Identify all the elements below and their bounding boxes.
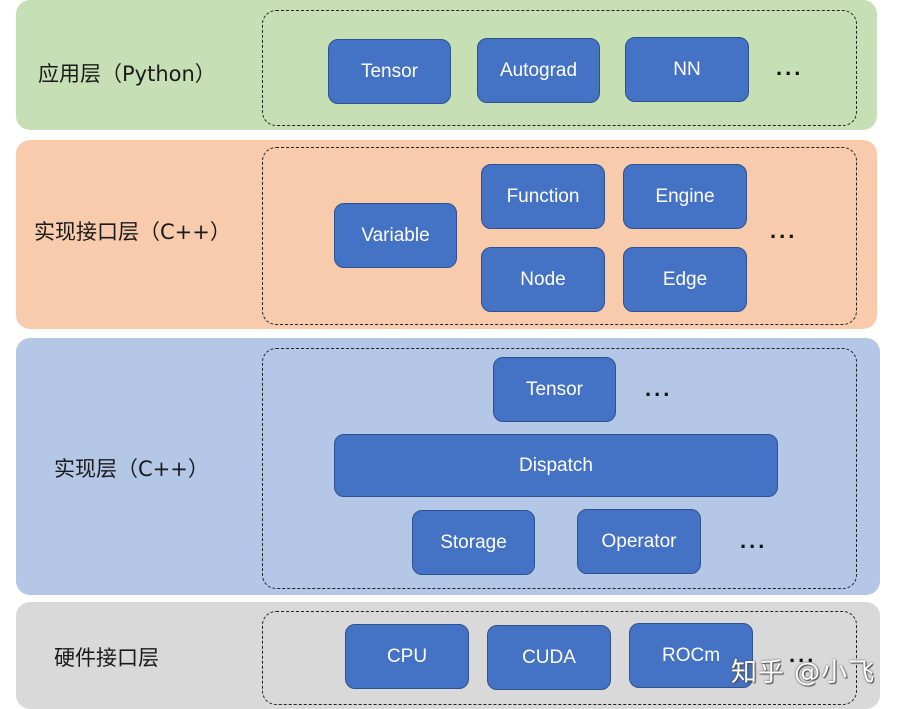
layer-title-implementation-interface: 实现接口层（C++）	[34, 220, 231, 244]
component-function: Function	[481, 164, 605, 229]
component-storage: Storage	[412, 510, 535, 575]
component-cuda: CUDA	[487, 625, 611, 690]
watermark: 知乎 @小飞	[731, 658, 876, 688]
component-nn: NN	[625, 37, 749, 102]
component-dispatch: Dispatch	[334, 434, 778, 497]
component-variable: Variable	[334, 203, 457, 268]
ellipsis-implementation-top: ...	[645, 376, 673, 401]
component-node: Node	[481, 247, 605, 312]
ellipsis-implementation-bottom: ...	[740, 528, 768, 553]
ellipsis-implementation-interface: ...	[770, 218, 798, 243]
component-operator: Operator	[577, 509, 701, 574]
layer-title-application: 应用层（Python）	[38, 62, 216, 86]
component-autograd: Autograd	[477, 38, 600, 103]
component-cpu: CPU	[345, 624, 469, 689]
component-engine: Engine	[623, 164, 747, 229]
layer-title-hardware-interface: 硬件接口层	[54, 646, 159, 670]
component-tensor: Tensor	[328, 39, 451, 104]
ellipsis-application: ...	[776, 55, 804, 80]
layer-title-implementation: 实现层（C++）	[54, 457, 209, 481]
component-tensor-impl: Tensor	[493, 357, 616, 422]
component-edge: Edge	[623, 247, 747, 312]
